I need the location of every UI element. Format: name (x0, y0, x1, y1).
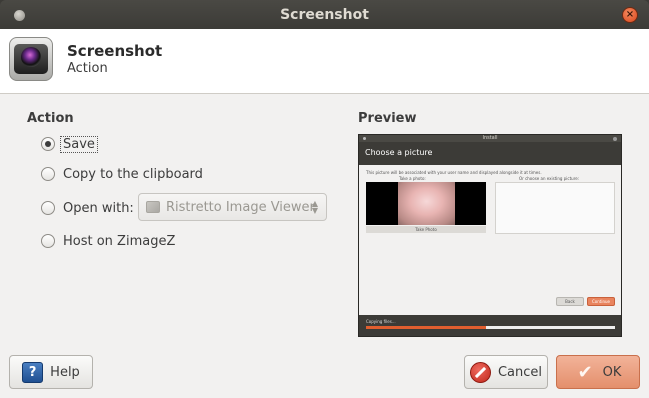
radio-button[interactable] (41, 234, 55, 248)
preview-window-title: Install (482, 135, 498, 141)
preview-take-photo-button: Take Photo (366, 226, 486, 233)
image-viewer-icon (146, 201, 160, 213)
radio-save[interactable]: Save (41, 134, 98, 154)
dialog-header: Screenshot Action (0, 29, 649, 94)
cancel-button-label: Cancel (497, 364, 543, 380)
preview-existing-pictures (495, 182, 615, 234)
help-button[interactable]: ? Help (9, 355, 93, 389)
checkmark-icon: ✔ (577, 361, 593, 383)
preview-status: Copying files... (366, 319, 396, 324)
radio-label: Host on ZimageZ (63, 233, 176, 249)
ok-button-label: OK (602, 364, 622, 380)
cancel-button[interactable]: Cancel (464, 355, 548, 389)
preview-description: This picture will be associated with you… (366, 170, 542, 175)
open-with-app-select[interactable]: Ristretto Image Viewer ▲ ▼ (138, 193, 327, 221)
radio-label: Save (60, 135, 98, 153)
preview-photo (366, 182, 486, 225)
cancel-icon (469, 361, 491, 383)
header-title: Screenshot (67, 42, 163, 60)
preview-label: Preview (358, 111, 417, 126)
ok-button[interactable]: ✔ OK (556, 355, 640, 389)
preview-header-text: Choose a picture (365, 148, 433, 157)
radio-open-with[interactable]: Open with: (41, 198, 134, 218)
title-bar: Screenshot × (0, 0, 649, 29)
preview-choose-existing-label: Or choose an existing picture: (519, 176, 580, 181)
select-arrows-icon: ▲ ▼ (311, 199, 318, 215)
preview-back-button: Back (556, 297, 584, 306)
preview-window-titlebar: Install (359, 135, 621, 142)
radio-button[interactable] (41, 201, 55, 215)
radio-button[interactable] (41, 167, 55, 181)
preview-continue-button: Continue (587, 297, 615, 306)
header-subtitle: Action (67, 61, 108, 76)
open-with-app-value: Ristretto Image Viewer (166, 199, 315, 215)
preview-take-photo-label: Take a photo: (399, 176, 426, 181)
help-icon: ? (22, 361, 44, 383)
camera-icon (9, 37, 53, 81)
close-icon[interactable]: × (622, 7, 638, 23)
preview-header: Choose a picture (359, 142, 621, 165)
radio-copy-clipboard[interactable]: Copy to the clipboard (41, 164, 203, 184)
help-button-label: Help (50, 364, 80, 380)
preview-footer: Copying files... (359, 315, 621, 336)
main-panel: Action Save Copy to the clipboard Open w… (0, 94, 649, 398)
radio-host-zimagez[interactable]: Host on ZimageZ (41, 231, 175, 251)
preview-close-icon (613, 137, 617, 141)
preview-progress-bar (366, 326, 615, 329)
radio-button[interactable] (41, 137, 55, 151)
preview-progress-fill (366, 326, 486, 329)
preview-content: This picture will be associated with you… (359, 165, 621, 315)
radio-label: Copy to the clipboard (63, 166, 203, 182)
window-menu-icon[interactable] (14, 10, 25, 21)
preview-image: Install Choose a picture This picture wi… (358, 134, 622, 337)
window-title: Screenshot (280, 6, 369, 23)
action-label: Action (27, 111, 74, 126)
radio-label: Open with: (63, 200, 134, 216)
